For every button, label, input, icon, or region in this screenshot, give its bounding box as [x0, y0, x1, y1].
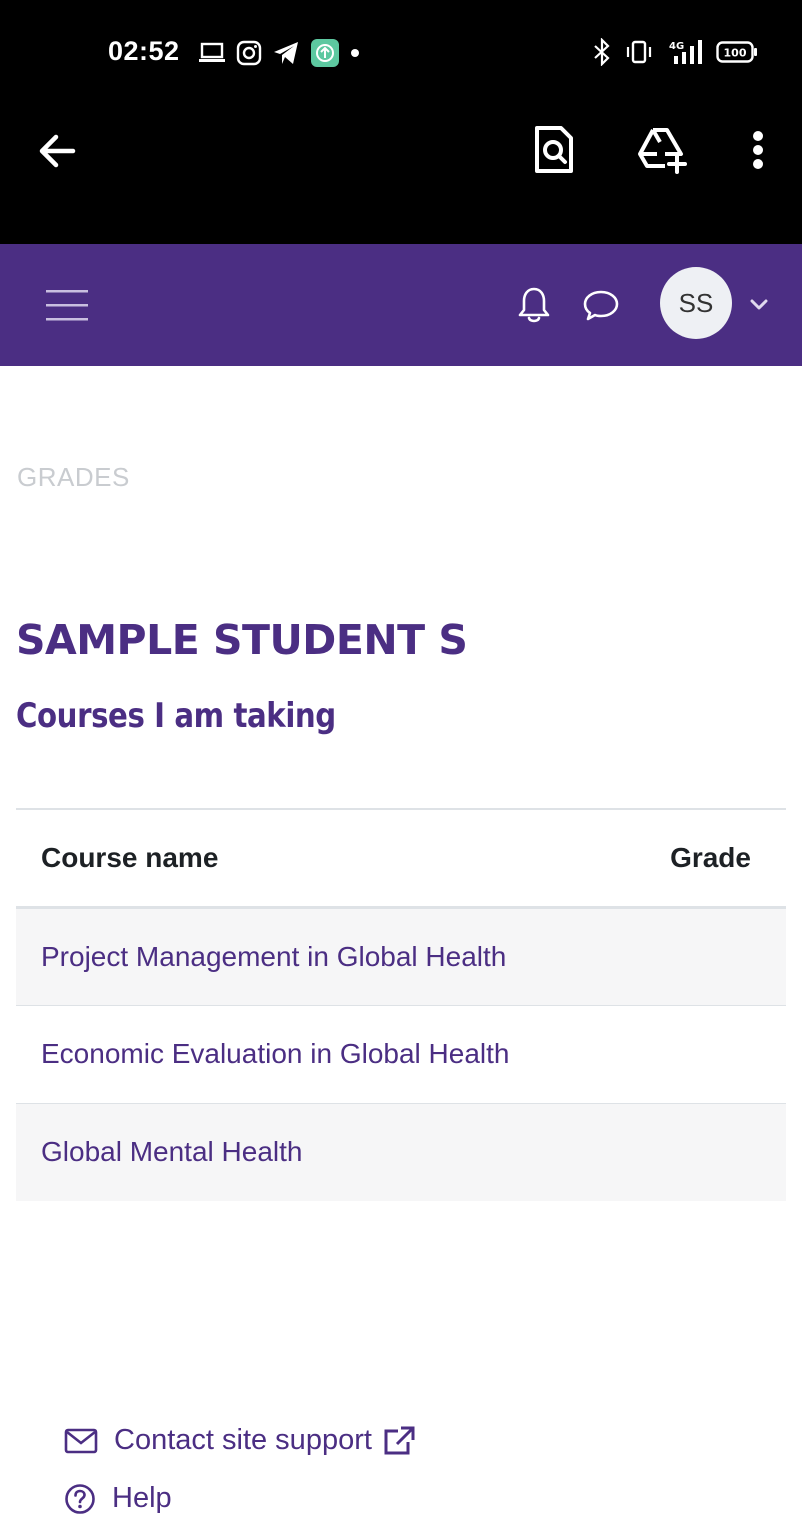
telegram-icon	[274, 42, 298, 64]
back-arrow-icon	[39, 134, 76, 168]
instagram-icon	[236, 40, 262, 66]
course-link[interactable]: Economic Evaluation in Global Health	[16, 1005, 591, 1104]
table-row: Economic Evaluation in Global Health	[16, 1005, 786, 1104]
status-bar: 02:52 4G 100	[0, 0, 802, 106]
overflow-menu-button[interactable]	[740, 120, 776, 180]
table-row: Project Management in Global Health	[16, 907, 786, 1006]
notifications-button[interactable]	[512, 282, 556, 328]
page-search-icon	[535, 126, 573, 173]
chat-icon	[583, 290, 619, 321]
add-to-drive-button[interactable]	[634, 120, 694, 180]
grades-table: Course name Grade Project Management in …	[16, 808, 786, 1201]
grade-cell	[591, 907, 786, 1006]
contact-site-support-label: Contact site support	[114, 1424, 372, 1456]
bluetooth-icon	[594, 38, 610, 66]
breadcrumb[interactable]: GRADES	[17, 462, 130, 493]
menu-toggle-button[interactable]	[40, 280, 94, 330]
status-time: 02:52	[108, 36, 180, 66]
page-subtitle: Courses I am taking	[16, 696, 336, 736]
drive-add-icon	[638, 128, 687, 174]
signal-icon: 4G	[669, 40, 702, 64]
external-link-icon	[384, 1426, 415, 1454]
find-in-page-button[interactable]	[526, 120, 582, 180]
help-link[interactable]: Help	[64, 1482, 172, 1515]
hamburger-menu-icon	[46, 290, 88, 321]
status-notification-icons	[198, 38, 360, 68]
column-header-grade[interactable]: Grade	[591, 808, 786, 909]
course-link[interactable]: Global Mental Health	[16, 1103, 591, 1201]
more-notifications-dot-icon	[351, 49, 359, 57]
svg-text:100: 100	[724, 47, 747, 60]
browser-toolbar	[0, 106, 802, 244]
grade-cell	[591, 1103, 786, 1201]
user-menu-toggle[interactable]	[744, 290, 774, 320]
contact-site-support-link[interactable]: Contact site support	[64, 1424, 416, 1457]
svg-text:4G: 4G	[669, 41, 684, 52]
column-header-course-name[interactable]: Course name	[16, 808, 591, 909]
chevron-down-icon	[750, 299, 768, 310]
more-vert-icon	[753, 131, 763, 169]
battery-icon: 100	[716, 41, 757, 63]
question-circle-icon	[65, 1483, 95, 1514]
page-title: SAMPLE STUDENT S	[16, 616, 468, 664]
messages-button[interactable]	[578, 284, 624, 326]
bell-icon	[518, 287, 550, 323]
vibrate-icon	[626, 40, 652, 64]
course-link[interactable]: Project Management in Global Health	[16, 907, 591, 1006]
table-row: Global Mental Health	[16, 1103, 786, 1201]
user-avatar[interactable]: SS	[660, 267, 732, 339]
laptop-icon	[199, 42, 225, 62]
site-navbar: SS	[0, 244, 802, 366]
envelope-icon	[64, 1428, 98, 1453]
avatar-initials: SS	[678, 287, 714, 318]
grade-cell	[591, 1005, 786, 1104]
status-system-icons: 4G 100	[592, 38, 758, 66]
help-label: Help	[112, 1482, 172, 1514]
back-button[interactable]	[30, 124, 84, 178]
upload-app-icon	[311, 39, 339, 67]
table-header-row: Course name Grade	[16, 808, 786, 909]
